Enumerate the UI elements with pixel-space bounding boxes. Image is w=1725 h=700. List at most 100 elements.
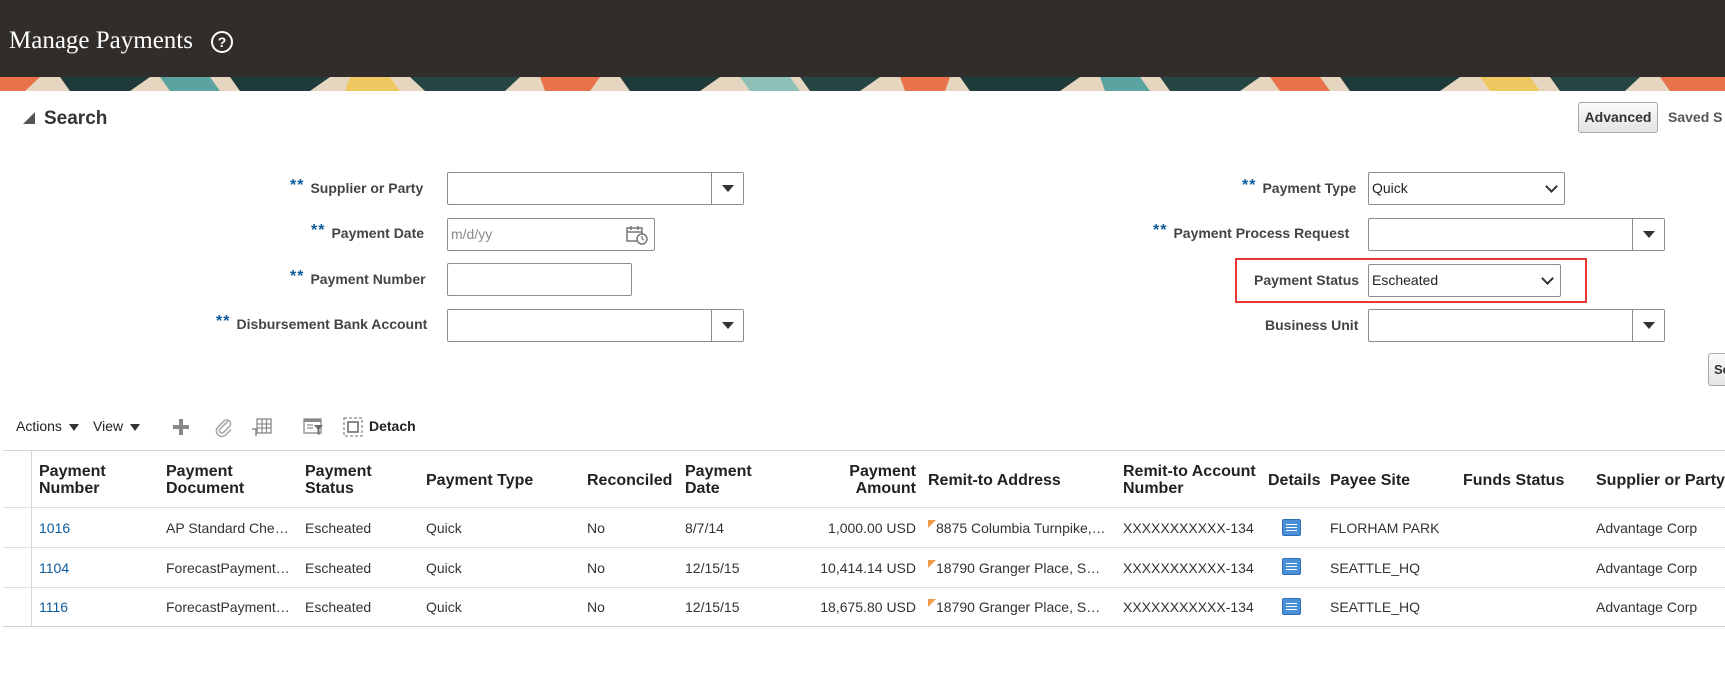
collapse-search-icon[interactable] (23, 112, 35, 124)
payment-status-cell: Escheated (305, 599, 372, 615)
payment-type-label: ** Payment Type (1242, 177, 1357, 196)
payment-date-input[interactable]: m/d/yy (447, 218, 655, 251)
business-unit-label: Business Unit (1265, 317, 1359, 333)
required-marker: ** (290, 177, 305, 194)
supplier-or-party-cell: Advantage Corp (1596, 520, 1698, 536)
decorative-banner (0, 77, 1725, 91)
table-row-header-divider (31, 450, 32, 627)
chevron-down-icon (1541, 272, 1554, 285)
remit-to-account-number-cell: XXXXXXXXXXX-134 (1123, 599, 1254, 615)
payment-amount-cell: 1,000.00 USD (828, 520, 916, 536)
caret-down-icon (130, 423, 141, 431)
payee-site-cell: SEATTLE_HQ (1330, 560, 1420, 576)
payment-document-cell: ForecastPayment… (166, 560, 290, 576)
row-divider (3, 547, 1725, 548)
remit-to-address-cell[interactable]: 8875 Columbia Turnpike,… (928, 520, 1108, 536)
payment-status-select[interactable]: Escheated (1368, 264, 1561, 297)
details-icon[interactable] (1282, 598, 1301, 615)
column-header-reconciled[interactable]: Reconciled (587, 472, 672, 489)
payment-document-cell: ForecastPayment… (166, 599, 290, 615)
chevron-down-icon[interactable] (711, 173, 743, 204)
caret-down-icon (68, 423, 79, 431)
required-marker: ** (1153, 222, 1168, 239)
column-header-payee-site[interactable]: Payee Site (1330, 472, 1410, 489)
payment-date-cell: 12/15/15 (685, 560, 740, 576)
note-flag-icon (928, 560, 936, 568)
payment-status-cell: Escheated (305, 520, 372, 536)
payment-type-select[interactable]: Quick (1368, 172, 1565, 205)
payment-type-cell: Quick (426, 520, 462, 536)
chevron-down-icon (1545, 180, 1558, 193)
note-flag-icon (928, 520, 936, 528)
add-icon[interactable] (170, 416, 192, 438)
payment-number-input[interactable] (447, 263, 632, 296)
freeze-columns-icon[interactable] (251, 416, 273, 438)
column-header-payment-document[interactable]: Payment Document (166, 463, 244, 497)
details-icon[interactable] (1282, 519, 1301, 536)
payment-number-link[interactable]: 1104 (39, 560, 69, 576)
help-icon[interactable]: ? (211, 31, 233, 53)
details-icon[interactable] (1282, 558, 1301, 575)
page-header: Manage Payments ? (0, 0, 1725, 77)
reconciled-cell: No (587, 560, 605, 576)
remit-to-account-number-cell: XXXXXXXXXXX-134 (1123, 560, 1254, 576)
view-menu[interactable]: View (93, 418, 141, 434)
reconciled-cell: No (587, 599, 605, 615)
disbursement-bank-account-combobox[interactable] (447, 309, 744, 342)
advanced-search-button[interactable]: Advanced (1578, 102, 1658, 133)
remit-to-address-cell[interactable]: 18790 Granger Place, S… (928, 560, 1108, 576)
payment-date-label: ** Payment Date (311, 222, 425, 241)
supplier-or-party-cell: Advantage Corp (1596, 560, 1698, 576)
actions-menu[interactable]: Actions (16, 418, 79, 434)
payment-document-cell: AP Standard Che… (166, 520, 289, 536)
column-header-payment-date[interactable]: Payment Date (685, 463, 752, 497)
column-header-payment-amount[interactable]: Payment Amount (800, 463, 916, 497)
reconciled-cell: No (587, 520, 605, 536)
payee-site-cell: FLORHAM PARK (1330, 520, 1440, 536)
column-header-funds-status[interactable]: Funds Status (1463, 472, 1564, 489)
payment-number-link[interactable]: 1016 (39, 520, 70, 536)
chevron-down-icon[interactable] (1632, 219, 1664, 250)
column-header-remit-to-address[interactable]: Remit-to Address (928, 472, 1061, 489)
payment-number-label: ** Payment Number (290, 268, 426, 287)
required-marker: ** (311, 222, 326, 239)
column-header-payment-type[interactable]: Payment Type (426, 472, 533, 489)
payment-status-cell: Escheated (305, 560, 372, 576)
required-marker: ** (290, 268, 305, 285)
supplier-or-party-cell: Advantage Corp (1596, 599, 1698, 615)
query-by-example-icon[interactable] (303, 416, 325, 438)
chevron-down-icon[interactable] (1632, 310, 1664, 341)
detach-button[interactable]: Detach (369, 418, 416, 434)
required-marker: ** (216, 313, 231, 330)
table-bottom-border (3, 626, 1725, 627)
payment-process-request-combobox[interactable] (1368, 218, 1665, 251)
payment-amount-cell: 10,414.14 USD (820, 560, 916, 576)
column-header-supplier-or-party[interactable]: Supplier or Party (1596, 472, 1725, 489)
payment-number-link[interactable]: 1116 (39, 599, 68, 615)
chevron-down-icon[interactable] (711, 310, 743, 341)
remit-to-account-number-cell: XXXXXXXXXXX-134 (1123, 520, 1254, 536)
column-header-payment-status[interactable]: Payment Status (305, 463, 372, 497)
required-marker: ** (1242, 177, 1257, 194)
payment-type-cell: Quick (426, 560, 462, 576)
page-title: Manage Payments (9, 27, 193, 54)
payment-status-label: Payment Status (1254, 272, 1360, 288)
search-button[interactable]: Se (1708, 353, 1725, 386)
detach-icon[interactable] (342, 416, 364, 438)
payment-type-cell: Quick (426, 599, 462, 615)
column-header-remit-to-account-number[interactable]: Remit-to Account Number (1123, 463, 1256, 497)
payee-site-cell: SEATTLE_HQ (1330, 599, 1420, 615)
banner-pattern (0, 77, 1725, 91)
remit-to-address-cell[interactable]: 18790 Granger Place, S… (928, 599, 1108, 615)
business-unit-combobox[interactable] (1368, 309, 1665, 342)
table-top-border (3, 450, 1725, 451)
column-header-details[interactable]: Details (1268, 472, 1320, 489)
row-divider (3, 587, 1725, 588)
supplier-or-party-combobox[interactable] (447, 172, 744, 205)
saved-search-label[interactable]: Saved S (1668, 109, 1722, 125)
search-section-title: Search (44, 108, 108, 129)
payment-process-request-label: ** Payment Process Request (1153, 222, 1350, 241)
calendar-icon[interactable] (626, 225, 648, 245)
column-header-payment-number[interactable]: Payment Number (39, 463, 106, 497)
attach-icon[interactable] (213, 416, 235, 438)
